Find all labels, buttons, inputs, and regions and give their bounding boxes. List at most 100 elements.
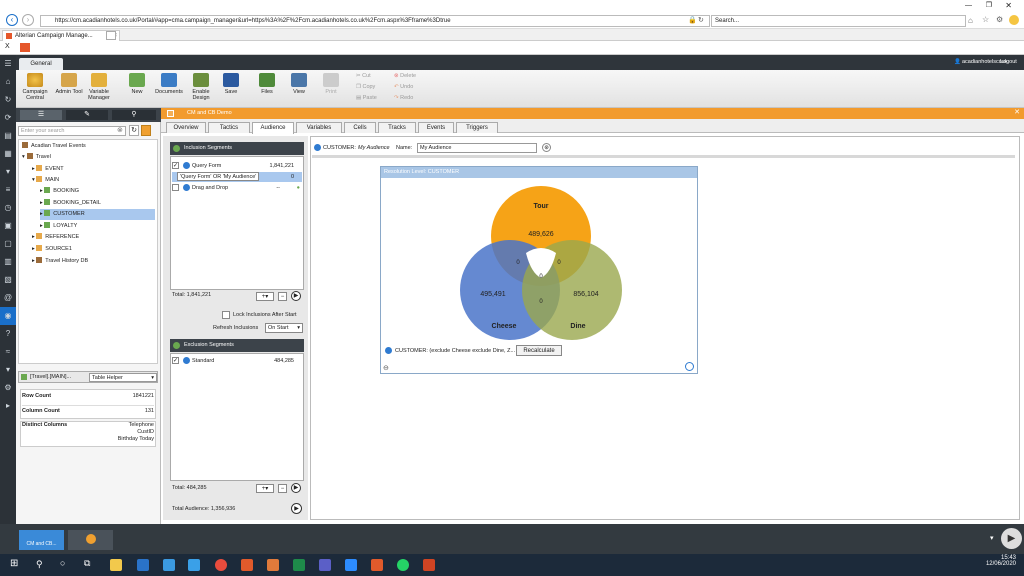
zoom-icon[interactable]: ⊖ [383, 364, 389, 372]
app3-icon[interactable] [371, 559, 383, 571]
browser-search-input[interactable]: Search... [711, 15, 966, 27]
tree-item-booking[interactable]: ▸ BOOKING [40, 186, 79, 197]
chart-rail-icon[interactable]: ▤ [0, 127, 16, 145]
copy-button[interactable]: ❐ Copy [356, 84, 375, 91]
print-button[interactable]: Print [314, 73, 348, 95]
admin-tool-button[interactable]: Admin Tool [52, 73, 86, 95]
tab-link-icon[interactable]: ⚲ [112, 110, 156, 120]
add-inclusion-button[interactable]: +▾ [256, 292, 274, 301]
zoom-app-icon[interactable] [345, 559, 357, 571]
inclusion-row-combined[interactable]: 'Query Form' OR 'My Audience' 0 [172, 172, 302, 182]
go-icon[interactable]: ⊛ [542, 143, 551, 152]
favorites-icon[interactable]: ☆ [982, 15, 989, 24]
tab-events[interactable]: Events [418, 122, 454, 133]
powerpoint-icon[interactable] [423, 559, 435, 571]
logout-link[interactable]: Logout [1000, 59, 1017, 65]
tab-list-icon[interactable]: ☰ [20, 110, 62, 120]
edge-icon[interactable] [163, 559, 175, 571]
paste-button[interactable]: ▤ Paste [356, 95, 377, 102]
emoji-icon[interactable] [1009, 15, 1019, 25]
add-exclusion-button[interactable]: +▾ [256, 484, 274, 493]
excel-icon[interactable] [293, 559, 305, 571]
home-rail-icon[interactable]: ⌂ [0, 73, 16, 91]
back-icon[interactable]: ‹ [6, 14, 18, 26]
new-button[interactable]: New [120, 73, 154, 95]
run-audience-button[interactable]: ▶ [291, 503, 302, 514]
new-tab-icon[interactable] [106, 31, 116, 40]
close-window-icon[interactable]: ✕ [1005, 1, 1012, 10]
remove-inclusion-button[interactable]: − [278, 292, 287, 301]
checkbox[interactable] [172, 184, 179, 191]
home-icon[interactable]: ⌂ [968, 16, 973, 25]
play-icon[interactable]: ▶ [1001, 528, 1022, 549]
documents-button[interactable]: Documents [152, 73, 186, 95]
tab-triggers[interactable]: Triggers [456, 122, 498, 133]
tree-item-travel[interactable]: ▾ Travel [22, 152, 51, 163]
open-doc-button[interactable]: CM and CB... [19, 530, 64, 550]
outlook-icon[interactable] [137, 559, 149, 571]
chevron-down-icon[interactable]: ▾ [990, 534, 994, 542]
checkbox-checked[interactable]: ✓ [172, 162, 179, 169]
more-rail-icon[interactable]: ▾ [0, 361, 16, 379]
tree-item-customer[interactable]: ▸ CUSTOMER [40, 209, 155, 220]
menu-icon[interactable]: ☰ [0, 55, 16, 73]
tree-item-booking-detail[interactable]: ▸ BOOKING_DETAIL [40, 198, 101, 209]
tab-compass-icon[interactable]: ✎ [66, 110, 108, 120]
inclusion-row-drag-drop[interactable]: Drag and Drop -- ● [172, 183, 302, 193]
run-inclusion-button[interactable]: ▶ [291, 291, 301, 301]
open-doc-button-2[interactable] [68, 530, 113, 550]
ribbon-tab-general[interactable]: General [19, 58, 63, 70]
campaign-central-button[interactable]: Campaign Central [18, 73, 52, 101]
settings-icon[interactable]: ⚙ [996, 15, 1003, 24]
delete-button[interactable]: ⊗ Delete [394, 73, 416, 80]
remove-exclusion-button[interactable]: − [278, 484, 287, 493]
exclusion-row-standard[interactable]: ✓ Standard 484,285 [172, 356, 302, 366]
tab-variables[interactable]: Variables [296, 122, 342, 133]
variable-manager-button[interactable]: Variable Manager [82, 73, 116, 101]
tab-tactics[interactable]: Tactics [208, 122, 250, 133]
app2-icon[interactable] [267, 559, 279, 571]
undo-button[interactable]: ↶ Undo [394, 84, 413, 91]
doc-rail-icon[interactable]: ▣ [0, 217, 16, 235]
grid-rail-icon[interactable]: ▦ [0, 145, 16, 163]
dropdown-rail-icon[interactable]: ▾ [0, 163, 16, 181]
tree-item-reference[interactable]: ▸ REFERENCE [32, 232, 79, 243]
recalculate-button[interactable]: Recalculate [516, 345, 562, 356]
tree-item-source1[interactable]: ▸ SOURCE1 [32, 244, 72, 255]
wifi-rail-icon[interactable]: ≈ [0, 343, 16, 361]
lock-checkbox[interactable] [222, 311, 230, 319]
list-rail-icon[interactable]: ≡ [0, 181, 16, 199]
checkbox-checked[interactable]: ✓ [172, 357, 179, 364]
cortana-icon[interactable]: ○ [60, 558, 65, 568]
redo-button[interactable]: ↷ Redo [394, 95, 413, 102]
inclusion-row-query-form[interactable]: ✓ Query Form 1,841,221 [172, 161, 302, 171]
tab-cells[interactable]: Cells [344, 122, 376, 133]
audience-name-input[interactable]: My Audience [417, 143, 537, 153]
refresh-icon[interactable]: ↻ [698, 16, 704, 24]
image-rail-icon[interactable]: ▢ [0, 235, 16, 253]
refresh-rail-icon[interactable]: ↻ [0, 91, 16, 109]
chrome-icon[interactable] [215, 559, 227, 571]
minimize-icon[interactable]: — [965, 2, 972, 9]
browser-tab[interactable]: Alterian Campaign Manage... × [2, 30, 120, 41]
close-doc-icon[interactable]: ✕ [1014, 108, 1020, 116]
restore-icon[interactable]: ❐ [986, 1, 992, 9]
windows-start-icon[interactable]: ⊞ [10, 558, 18, 569]
tree-item-travel-history-db[interactable]: ▸ Travel History DB [32, 256, 88, 267]
help-rail-icon[interactable]: ? [0, 325, 16, 343]
run-exclusion-button[interactable]: ▶ [291, 483, 301, 493]
tree-item-acadian-travel-events[interactable]: Acadian Travel Events [22, 141, 86, 152]
forward-icon[interactable]: › [22, 14, 34, 26]
tree-item-event[interactable]: ▸ EVENT [32, 164, 64, 175]
tab-overview[interactable]: Overview [166, 122, 206, 133]
expand-icon[interactable] [685, 362, 694, 371]
sync-rail-icon[interactable]: ⟳ [0, 109, 16, 127]
tab-audience[interactable]: Audience [252, 122, 294, 134]
app-icon[interactable] [241, 559, 253, 571]
email-rail-icon[interactable]: @ [0, 289, 16, 307]
expand-rail-icon[interactable]: ▸ [0, 397, 16, 415]
tree-search-input[interactable]: Enter your search [18, 126, 126, 136]
task-view-icon[interactable]: ⧉ [84, 558, 90, 569]
tree-item-main[interactable]: ▾ MAIN [32, 175, 59, 186]
teams-icon[interactable] [319, 559, 331, 571]
